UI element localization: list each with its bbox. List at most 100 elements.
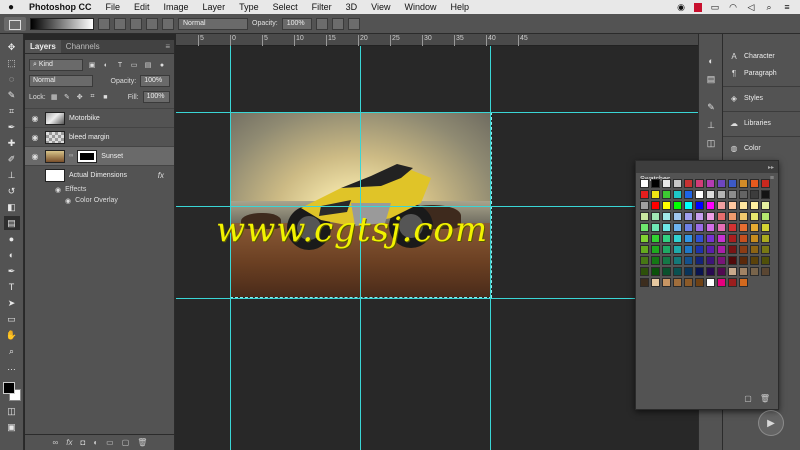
color-swatch[interactable] bbox=[673, 267, 682, 276]
color-swatch[interactable] bbox=[739, 245, 748, 254]
collapse-icon[interactable]: ▸▸ bbox=[768, 164, 774, 171]
color-swatch[interactable] bbox=[728, 201, 737, 210]
color-swatch[interactable] bbox=[640, 256, 649, 265]
new-group-icon[interactable]: ▭ bbox=[106, 438, 114, 447]
guide-horizontal[interactable] bbox=[176, 206, 698, 207]
menu-filter[interactable]: Filter bbox=[305, 2, 339, 12]
color-swatch[interactable] bbox=[640, 212, 649, 221]
fill-field[interactable]: 100% bbox=[142, 91, 170, 103]
play-icon[interactable]: ▶ bbox=[758, 410, 784, 436]
color-swatch[interactable] bbox=[750, 245, 759, 254]
panel-character[interactable]: A Character bbox=[723, 48, 800, 65]
color-swatch[interactable] bbox=[695, 201, 704, 210]
color-swatch[interactable] bbox=[750, 201, 759, 210]
color-swatch[interactable] bbox=[651, 201, 660, 210]
layer-row-bleed-margin[interactable]: ◉ bleed margin bbox=[25, 127, 174, 146]
properties-panel-icon[interactable]: ▤ bbox=[699, 70, 723, 88]
color-swatch[interactable] bbox=[717, 278, 726, 287]
color-swatch[interactable] bbox=[684, 245, 693, 254]
lock-transparent-icon[interactable]: ▦ bbox=[50, 92, 59, 102]
lock-all-icon[interactable]: ■ bbox=[101, 92, 110, 102]
visibility-eye-icon[interactable]: ◉ bbox=[29, 152, 41, 161]
color-swatch[interactable] bbox=[684, 201, 693, 210]
color-swatch[interactable] bbox=[717, 245, 726, 254]
airplay-icon[interactable]: ▭ bbox=[710, 2, 720, 13]
color-swatch[interactable] bbox=[728, 190, 737, 199]
color-swatch[interactable] bbox=[728, 267, 737, 276]
dodge-icon[interactable]: ◐ bbox=[4, 248, 20, 262]
quick-select-icon[interactable]: ✎ bbox=[4, 88, 20, 102]
color-swatch[interactable] bbox=[706, 245, 715, 254]
tool-preset-picker[interactable] bbox=[4, 16, 26, 31]
filter-smart-icon[interactable]: ▤ bbox=[143, 60, 153, 70]
menu-app[interactable]: Photoshop CC bbox=[22, 2, 99, 12]
color-swatch[interactable] bbox=[684, 212, 693, 221]
color-swatch[interactable] bbox=[717, 212, 726, 221]
menu-list-icon[interactable]: ≡ bbox=[782, 2, 792, 12]
rectangle-icon[interactable]: ▭ bbox=[4, 312, 20, 326]
foreground-color[interactable] bbox=[2, 382, 15, 394]
eye-icon[interactable]: ◉ bbox=[65, 197, 71, 205]
color-swatch[interactable] bbox=[761, 234, 770, 243]
color-swatch[interactable] bbox=[728, 256, 737, 265]
color-swatch[interactable] bbox=[717, 267, 726, 276]
color-swatch[interactable] bbox=[739, 223, 748, 232]
blur-icon[interactable]: ● bbox=[4, 232, 20, 246]
color-swatch[interactable] bbox=[750, 179, 759, 188]
lock-image-icon[interactable]: ✎ bbox=[63, 92, 72, 102]
color-swatch[interactable] bbox=[662, 256, 671, 265]
layer-opacity-field[interactable]: 100% bbox=[140, 75, 170, 87]
color-swatch[interactable] bbox=[651, 223, 660, 232]
transparency-checkbox[interactable] bbox=[347, 17, 360, 30]
color-swatch[interactable] bbox=[684, 190, 693, 199]
marquee-icon[interactable]: ⬚ bbox=[4, 56, 20, 70]
delete-layer-icon[interactable]: 🗑 bbox=[137, 438, 147, 447]
color-swatch[interactable] bbox=[651, 179, 660, 188]
color-swatch[interactable] bbox=[706, 278, 715, 287]
document-area[interactable]: 5 0 5 10 15 20 25 30 35 40 45 www.cgtsj.… bbox=[176, 34, 698, 450]
eye-icon[interactable]: ◉ bbox=[55, 186, 61, 194]
color-swatch[interactable] bbox=[673, 278, 682, 287]
filter-toggle-icon[interactable]: ● bbox=[157, 60, 167, 70]
color-swatch[interactable] bbox=[739, 278, 748, 287]
dither-checkbox[interactable] bbox=[331, 17, 344, 30]
mask-link-icon[interactable]: ∞ bbox=[69, 153, 73, 159]
brush-panel-icon[interactable]: ✎ bbox=[699, 98, 723, 116]
layer-row-actual-dimensions[interactable]: ◉ Actual Dimensions fx bbox=[25, 165, 174, 184]
hand-icon[interactable]: ✋ bbox=[4, 328, 20, 342]
color-swatch[interactable] bbox=[706, 179, 715, 188]
color-swatch[interactable] bbox=[684, 223, 693, 232]
color-swatch[interactable] bbox=[651, 234, 660, 243]
color-swatch[interactable] bbox=[750, 234, 759, 243]
menu-view[interactable]: View bbox=[364, 2, 397, 12]
color-swatch[interactable] bbox=[717, 179, 726, 188]
color-swatch[interactable] bbox=[739, 190, 748, 199]
color-swatch[interactable] bbox=[706, 223, 715, 232]
menu-3d[interactable]: 3D bbox=[339, 2, 365, 12]
eyedropper-icon[interactable]: ✒ bbox=[4, 120, 20, 134]
color-swatch[interactable] bbox=[750, 212, 759, 221]
adobe-app-icon[interactable] bbox=[694, 2, 702, 12]
reverse-checkbox[interactable] bbox=[315, 17, 328, 30]
lock-position-icon[interactable]: ✥ bbox=[75, 92, 84, 102]
color-swatch[interactable] bbox=[662, 245, 671, 254]
color-swatch[interactable] bbox=[684, 234, 693, 243]
color-swatch[interactable] bbox=[761, 245, 770, 254]
layer-row-motorbike[interactable]: ◉ Motorbike bbox=[25, 108, 174, 127]
color-swatch[interactable] bbox=[728, 179, 737, 188]
menu-type[interactable]: Type bbox=[232, 2, 266, 12]
filter-adjustment-icon[interactable]: ◐ bbox=[101, 60, 111, 70]
color-swatch[interactable] bbox=[761, 223, 770, 232]
color-swatch[interactable] bbox=[662, 223, 671, 232]
color-swatch[interactable] bbox=[706, 212, 715, 221]
creative-cloud-icon[interactable]: ◉ bbox=[676, 2, 686, 13]
color-swatch[interactable] bbox=[662, 212, 671, 221]
color-swatch[interactable] bbox=[673, 201, 682, 210]
color-swatch[interactable] bbox=[651, 278, 660, 287]
menu-select[interactable]: Select bbox=[266, 2, 305, 12]
color-swatch[interactable] bbox=[695, 245, 704, 254]
color-swatch[interactable] bbox=[640, 201, 649, 210]
fx-icon[interactable]: fx bbox=[158, 171, 174, 180]
new-layer-icon[interactable]: ▢ bbox=[122, 438, 130, 447]
radial-gradient-button[interactable] bbox=[114, 17, 126, 30]
